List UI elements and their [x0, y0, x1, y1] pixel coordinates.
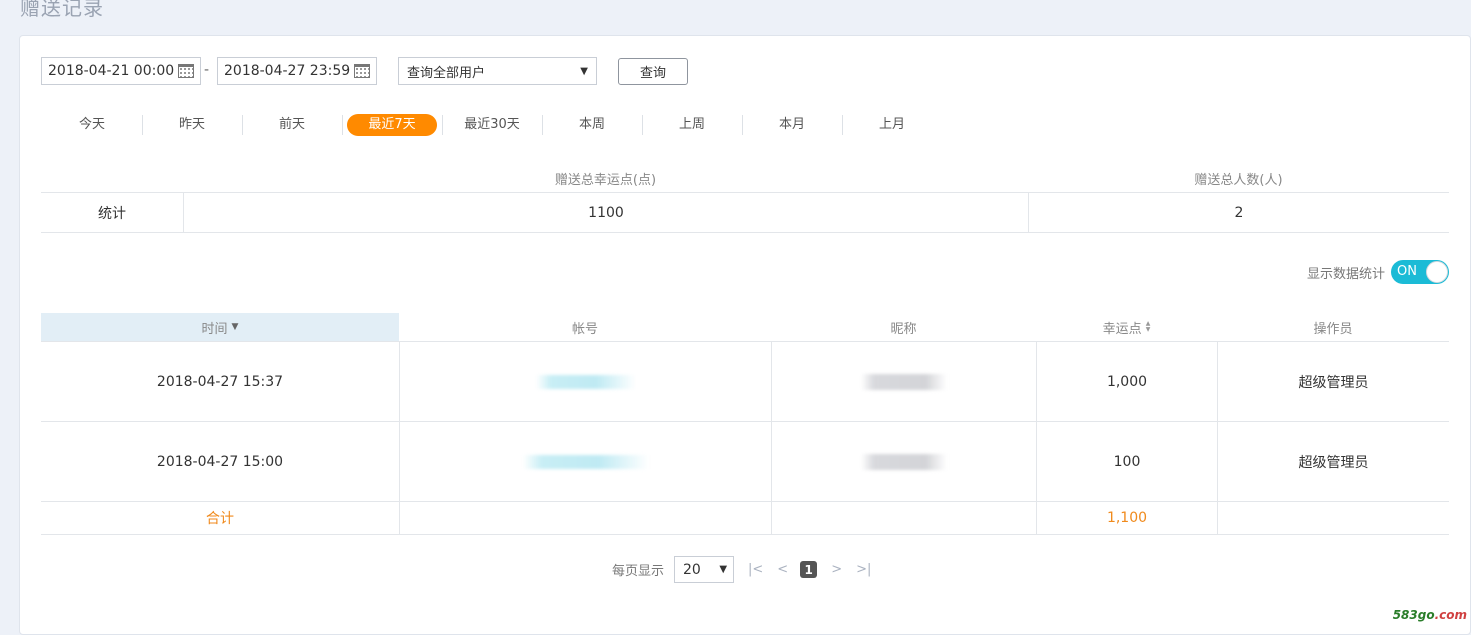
next-page-icon[interactable]: >	[831, 562, 842, 577]
records-table: 时间 ▼ 帐号 昵称 幸运点 ▲▼ 操作员 2018-04-27 15:37 1…	[41, 313, 1449, 535]
records-panel: 2018-04-21 00:00 - 2018-04-27 23:59 查询全部…	[19, 35, 1471, 635]
first-page-icon[interactable]: |<	[748, 562, 763, 577]
sort-icon: ▲▼	[1146, 321, 1151, 333]
summary-row-label: 统计	[41, 193, 183, 232]
stats-toggle-state: ON	[1397, 264, 1417, 279]
user-select-value: 查询全部用户	[407, 62, 485, 81]
stats-toggle-label: 显示数据统计	[1307, 263, 1385, 282]
start-date-value: 2018-04-21 00:00	[48, 63, 174, 79]
last-page-icon[interactable]: >|	[856, 562, 871, 577]
redacted-account	[523, 455, 649, 469]
row-nickname	[771, 422, 1036, 501]
start-date-input[interactable]: 2018-04-21 00:00	[41, 57, 201, 85]
redacted-nickname	[861, 454, 947, 470]
end-date-input[interactable]: 2018-04-27 23:59	[217, 57, 377, 85]
redacted-account	[536, 375, 636, 389]
caret-down-icon: ▼	[580, 66, 588, 77]
total-row: 合计 1,100	[41, 502, 1449, 535]
query-button[interactable]: 查询	[618, 58, 688, 85]
date-separator: -	[204, 62, 209, 78]
total-label: 合计	[41, 502, 399, 534]
range-this-week[interactable]: 本周	[542, 113, 642, 137]
summary-header-points: 赠送总幸运点(点)	[183, 164, 1028, 192]
prev-page-icon[interactable]: <	[777, 562, 788, 577]
column-points[interactable]: 幸运点 ▲▼	[1036, 313, 1217, 341]
column-nickname: 昵称	[771, 313, 1036, 341]
stats-toggle[interactable]: ON	[1391, 260, 1449, 284]
quick-range-bar: 今天 昨天 前天 最近7天 最近30天 本周 上周 本月 上月	[42, 113, 942, 137]
page-size-select[interactable]: 20 ▼	[674, 556, 734, 583]
table-row: 2018-04-27 15:00 100 超级管理员	[41, 422, 1449, 502]
stats-toggle-group: 显示数据统计 ON	[1307, 260, 1449, 284]
range-last-7-days[interactable]: 最近7天	[342, 113, 442, 137]
summary-table: 赠送总幸运点(点) 赠送总人数(人) 统计 1100 2	[41, 164, 1449, 233]
end-date-value: 2018-04-27 23:59	[224, 63, 350, 79]
current-page[interactable]: 1	[800, 561, 817, 578]
records-header: 时间 ▼ 帐号 昵称 幸运点 ▲▼ 操作员	[41, 313, 1449, 342]
summary-total-points: 1100	[183, 193, 1028, 232]
sort-desc-icon: ▼	[232, 322, 239, 332]
range-day-before[interactable]: 前天	[242, 113, 342, 137]
range-last-month[interactable]: 上月	[842, 113, 942, 137]
row-account[interactable]	[399, 342, 771, 421]
row-operator: 超级管理员	[1217, 342, 1449, 421]
table-row: 2018-04-27 15:37 1,000 超级管理员	[41, 342, 1449, 422]
calendar-icon[interactable]	[178, 64, 194, 78]
range-yesterday[interactable]: 昨天	[142, 113, 242, 137]
summary-total-people: 2	[1028, 193, 1449, 232]
range-today[interactable]: 今天	[42, 113, 142, 137]
row-points: 100	[1036, 422, 1217, 501]
column-operator: 操作员	[1217, 313, 1449, 341]
row-nickname	[771, 342, 1036, 421]
per-page-label: 每页显示	[612, 560, 664, 579]
row-account[interactable]	[399, 422, 771, 501]
row-time: 2018-04-27 15:00	[41, 422, 399, 501]
toggle-knob	[1426, 261, 1448, 283]
range-last-week[interactable]: 上周	[642, 113, 742, 137]
row-operator: 超级管理员	[1217, 422, 1449, 501]
summary-header: 赠送总幸运点(点) 赠送总人数(人)	[41, 164, 1449, 193]
range-last-30-days[interactable]: 最近30天	[442, 113, 542, 137]
column-account: 帐号	[399, 313, 771, 341]
page-size-value: 20	[683, 562, 701, 578]
row-points: 1,000	[1036, 342, 1217, 421]
calendar-icon[interactable]	[354, 64, 370, 78]
row-time: 2018-04-27 15:37	[41, 342, 399, 421]
page-title: 赠送记录	[20, 0, 104, 21]
caret-down-icon: ▼	[719, 564, 727, 575]
redacted-nickname	[861, 374, 947, 390]
summary-row: 统计 1100 2	[41, 193, 1449, 233]
site-watermark: 583go.com	[1393, 608, 1467, 622]
summary-header-people: 赠送总人数(人)	[1028, 164, 1449, 192]
range-this-month[interactable]: 本月	[742, 113, 842, 137]
user-select[interactable]: 查询全部用户 ▼	[398, 57, 597, 85]
pagination: 每页显示 20 ▼ |< < 1 > >|	[612, 556, 871, 583]
column-time[interactable]: 时间 ▼	[41, 313, 399, 341]
total-points: 1,100	[1036, 502, 1217, 534]
